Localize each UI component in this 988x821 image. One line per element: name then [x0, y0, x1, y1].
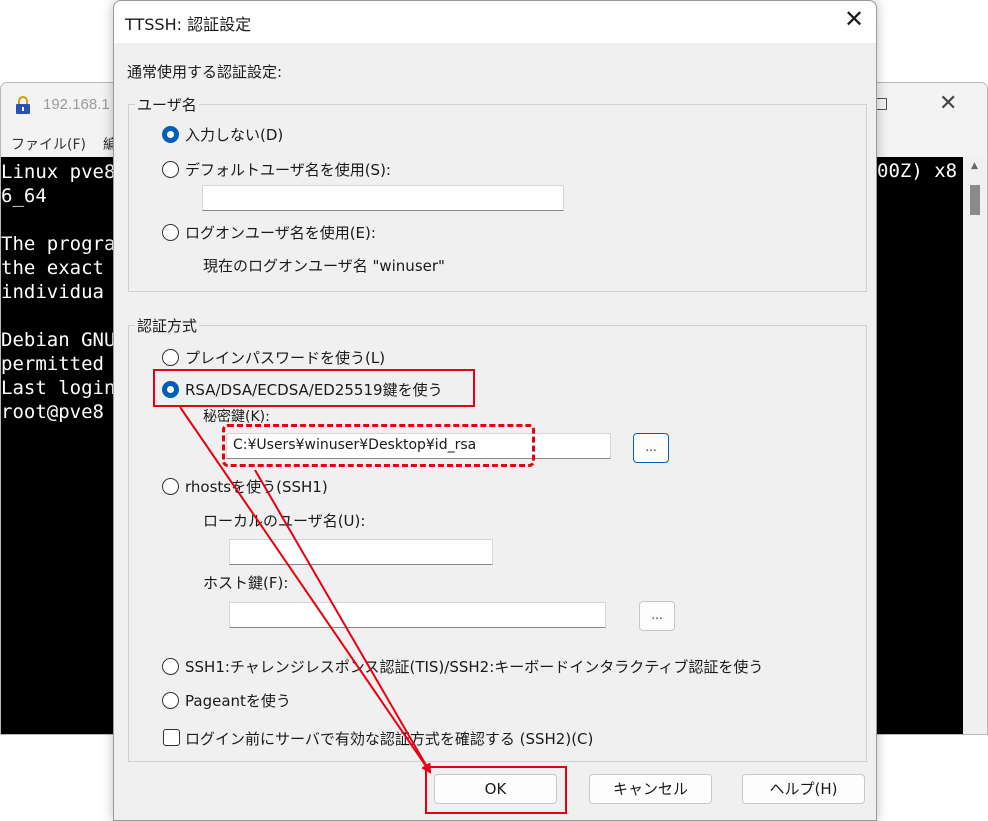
close-icon[interactable]: ✕ [839, 5, 869, 33]
private-key-label: 秘密鍵(K): [203, 409, 270, 425]
menu-file[interactable]: ファイル(F) [11, 134, 86, 154]
radio-challenge-response-label[interactable]: SSH1:チャレンジレスポンス認証(TIS)/SSH2:キーボードインタラクティ… [185, 656, 763, 677]
dialog-heading: 通常使用する認証設定: [127, 63, 283, 81]
confirm-auth-checkbox-label[interactable]: ログイン前にサーバで有効な認証方式を確認する (SSH2)(C) [185, 728, 593, 749]
host-key-browse-button[interactable]: ... [639, 601, 675, 631]
host-key-input[interactable] [229, 602, 606, 628]
radio-rhosts[interactable] [162, 478, 179, 495]
auth-method-group-legend: 認証方式 [135, 315, 200, 336]
radio-no-input[interactable] [162, 126, 179, 143]
terminal-close-icon[interactable]: ✕ [939, 91, 957, 116]
default-username-input[interactable] [202, 185, 564, 211]
host-key-label: ホスト鍵(F): [203, 574, 289, 592]
radio-no-input-label[interactable]: 入力しない(D) [185, 124, 283, 145]
private-key-browse-button[interactable]: ... [633, 433, 669, 463]
scroll-up-icon[interactable]: ▲ [971, 161, 978, 171]
help-button[interactable]: ヘルプ(H) [742, 774, 865, 804]
scrollbar-thumb[interactable] [970, 185, 980, 215]
radio-plain-password-label[interactable]: プレインパスワードを使う(L) [185, 347, 385, 368]
radio-challenge-response[interactable] [162, 658, 179, 675]
padlock-icon [16, 96, 30, 114]
terminal-line-tail: 00Z) x8 [877, 160, 958, 182]
auth-settings-dialog: TTSSH: 認証設定 ✕ 通常使用する認証設定: ユーザ名 入力しない(D) … [113, 0, 877, 821]
radio-pageant[interactable] [162, 692, 179, 709]
radio-plain-password[interactable] [162, 349, 179, 366]
terminal-scrollbar[interactable]: ▲ [963, 157, 987, 734]
local-username-label: ローカルのユーザ名(U): [203, 512, 366, 530]
radio-default-username[interactable] [162, 161, 179, 178]
cancel-button[interactable]: キャンセル [589, 774, 712, 804]
radio-public-key-label[interactable]: RSA/DSA/ECDSA/ED25519鍵を使う [185, 379, 443, 400]
private-key-input[interactable]: C:¥Users¥winuser¥Desktop¥id_rsa [226, 433, 611, 459]
terminal-title: 192.168.1 [43, 96, 110, 113]
radio-public-key[interactable] [162, 381, 179, 398]
radio-logon-username[interactable] [162, 224, 179, 241]
radio-rhosts-label[interactable]: rhostsを使う(SSH1) [185, 476, 328, 497]
radio-default-username-label[interactable]: デフォルトユーザ名を使用(S): [185, 159, 391, 180]
dialog-title: TTSSH: 認証設定 [125, 15, 252, 34]
radio-logon-username-label[interactable]: ログオンユーザ名を使用(E): [185, 222, 376, 243]
dialog-titlebar: TTSSH: 認証設定 ✕ [114, 1, 876, 43]
current-logon-user-text: 現在のログオンユーザ名 "winuser" [203, 257, 445, 275]
radio-pageant-label[interactable]: Pageantを使う [185, 690, 291, 711]
username-group-legend: ユーザ名 [135, 94, 199, 115]
local-username-input[interactable] [229, 539, 493, 565]
confirm-auth-checkbox[interactable] [163, 729, 180, 746]
ok-button[interactable]: OK [434, 774, 557, 804]
